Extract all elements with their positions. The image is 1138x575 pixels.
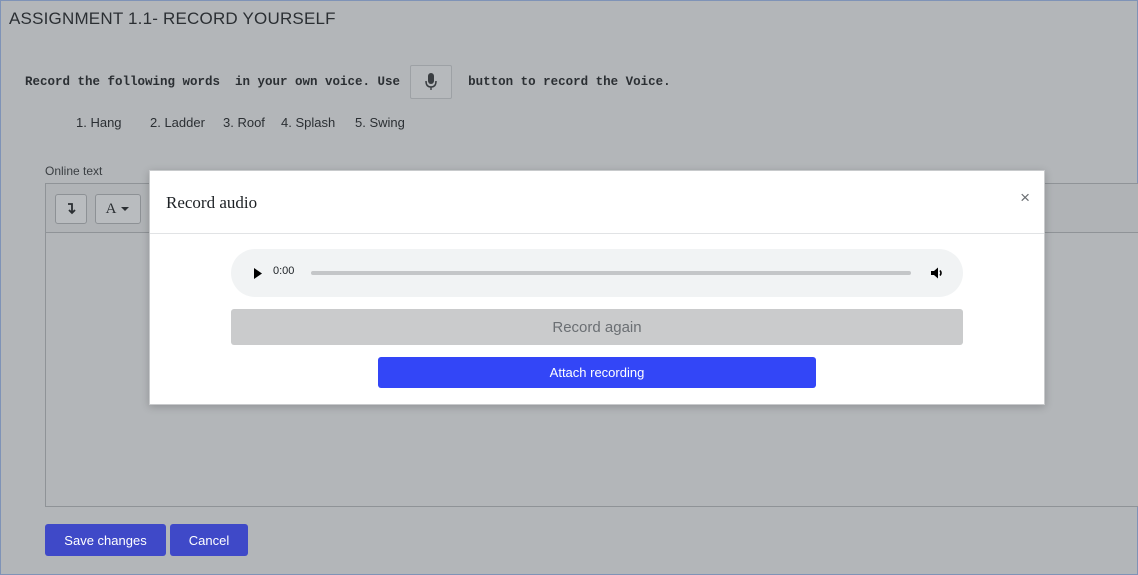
save-changes-button[interactable]: Save changes bbox=[45, 524, 166, 556]
volume-button[interactable] bbox=[928, 263, 948, 283]
cancel-button[interactable]: Cancel bbox=[170, 524, 248, 556]
instruction-text: Record the following words in your own v… bbox=[25, 75, 401, 89]
progress-bar[interactable] bbox=[311, 271, 911, 275]
dialog-title: Record audio bbox=[166, 193, 258, 212]
volume-icon bbox=[931, 267, 942, 279]
word-item: 5. Swing bbox=[355, 115, 405, 130]
toolbar-expand-button[interactable] bbox=[55, 194, 87, 224]
word-item: 2. Ladder bbox=[150, 115, 205, 130]
attach-recording-button[interactable]: Attach recording bbox=[378, 357, 816, 388]
word-item: 4. Splash bbox=[281, 115, 336, 130]
word-item: 3. Roof bbox=[223, 115, 265, 130]
word-list: 1. Hang 2. Ladder 3. Roof 4. Splash 5. S… bbox=[76, 115, 405, 130]
close-icon[interactable]: × bbox=[1020, 188, 1030, 208]
microphone-icon bbox=[425, 73, 437, 90]
dialog-header: Record audio × bbox=[150, 171, 1044, 234]
font-style-label: A bbox=[105, 200, 117, 217]
play-button[interactable] bbox=[249, 264, 267, 282]
instructions: Record the following words in your own v… bbox=[25, 65, 671, 99]
word-item: 1. Hang bbox=[76, 115, 122, 130]
caret-down-icon bbox=[121, 207, 130, 211]
audio-player[interactable]: 0:00 bbox=[231, 249, 963, 297]
record-again-button[interactable]: Record again bbox=[231, 309, 963, 345]
editor-label: Online text bbox=[45, 164, 103, 178]
record-audio-dialog: Record audio × 0:00 Record again Attach … bbox=[149, 170, 1045, 405]
time-display: 0:00 bbox=[273, 265, 295, 277]
page-title: ASSIGNMENT 1.1- RECORD YOURSELF bbox=[9, 9, 336, 28]
instruction-text-end: button to record the Voice. bbox=[468, 75, 671, 89]
play-icon bbox=[254, 267, 262, 279]
font-style-button[interactable]: A bbox=[95, 194, 141, 224]
arrow-down-icon bbox=[68, 203, 76, 215]
microphone-button[interactable] bbox=[410, 65, 453, 99]
